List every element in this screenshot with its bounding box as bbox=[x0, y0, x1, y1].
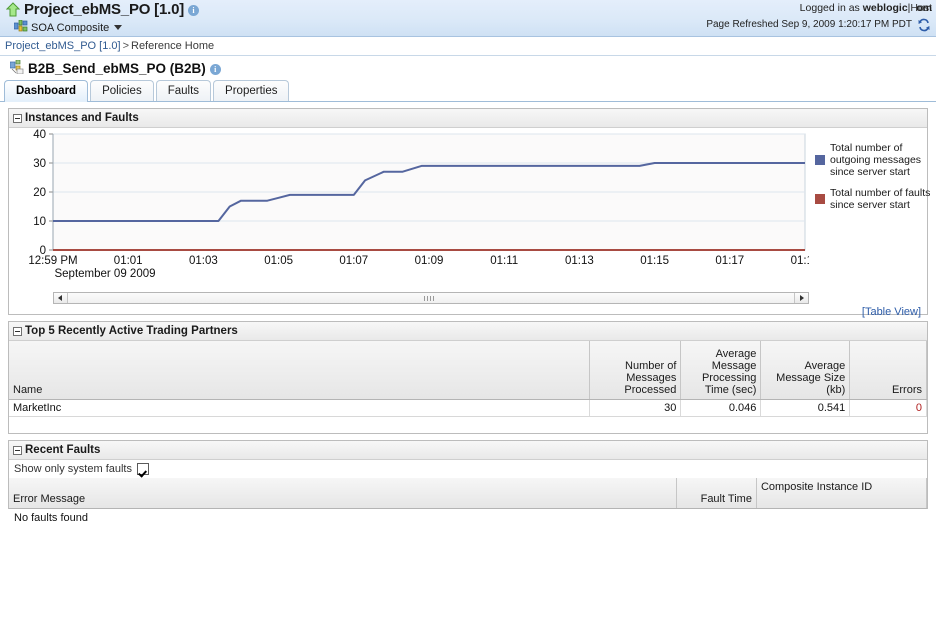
cell-errors[interactable]: 0 bbox=[849, 399, 927, 417]
page-refreshed-text: Page Refreshed Sep 9, 2009 1:20:17 PM PD… bbox=[706, 19, 912, 30]
faults-panel-title: Recent Faults bbox=[25, 444, 101, 456]
soa-composite-label: SOA Composite bbox=[31, 21, 110, 34]
trading-partners-panel: Top 5 Recently Active Trading Partners N… bbox=[8, 321, 928, 434]
app-title-row: Project_ebMS_PO [1.0] i bbox=[5, 1, 200, 18]
instances-panel-header: Instances and Faults bbox=[9, 109, 927, 128]
legend-label-messages: Total number of outgoing messages since … bbox=[830, 142, 922, 178]
page-root: Project_ebMS_PO [1.0] i SOA Composite Lo… bbox=[0, 0, 936, 621]
svg-text:40: 40 bbox=[33, 129, 46, 141]
no-faults-message: No faults found bbox=[14, 512, 88, 524]
cell-partner-name: MarketInc bbox=[9, 399, 591, 417]
partners-panel-title: Top 5 Recently Active Trading Partners bbox=[25, 325, 238, 337]
recent-faults-panel: Recent Faults Show only system faults Er… bbox=[8, 440, 928, 524]
reference-page-title: B2B_Send_ebMS_PO (B2B) bbox=[28, 61, 206, 76]
col-avg-message-size[interactable]: Average Message Size (kb) bbox=[760, 341, 851, 400]
svg-text:01:13: 01:13 bbox=[565, 255, 594, 267]
legend-item-faults: Total number of faults since server star… bbox=[815, 187, 936, 211]
partners-table-body: MarketInc 30 0.046 0.541 0 bbox=[9, 399, 927, 417]
partners-header-row: Name Number of Messages Processed Averag… bbox=[9, 341, 927, 400]
svg-text:01:01: 01:01 bbox=[114, 255, 143, 267]
b2b-reference-icon bbox=[9, 59, 24, 77]
breadcrumb: Project_ebMS_PO [1.0] > Reference Home bbox=[0, 37, 936, 56]
logged-in-prefix: Logged in as bbox=[799, 2, 863, 14]
svg-text:01:05: 01:05 bbox=[264, 255, 293, 267]
svg-text:01:11: 01:11 bbox=[490, 255, 518, 267]
collapse-icon[interactable] bbox=[13, 113, 22, 123]
faults-filter-row: Show only system faults bbox=[9, 460, 927, 478]
col-messages-processed[interactable]: Number of Messages Processed bbox=[589, 341, 682, 400]
svg-text:12:59 PM: 12:59 PM bbox=[28, 255, 77, 267]
collapse-icon[interactable] bbox=[13, 445, 22, 455]
page-title: Project_ebMS_PO [1.0] bbox=[24, 1, 185, 18]
tab-bar: Dashboard Policies Faults Properties bbox=[0, 80, 936, 102]
tab-policies[interactable]: Policies bbox=[90, 80, 154, 101]
legend-swatch-faults bbox=[815, 194, 825, 204]
svg-text:01:15: 01:15 bbox=[640, 255, 669, 267]
cell-avg-processing-time: 0.046 bbox=[680, 399, 762, 417]
info-icon[interactable]: i bbox=[188, 5, 200, 16]
svg-text:September 09 2009: September 09 2009 bbox=[54, 268, 155, 280]
collapse-icon[interactable] bbox=[13, 326, 22, 336]
legend-label-faults: Total number of faults since server star… bbox=[830, 187, 931, 211]
scroll-left-arrow-icon[interactable] bbox=[54, 293, 68, 303]
app-header: Project_ebMS_PO [1.0] i SOA Composite Lo… bbox=[0, 0, 936, 37]
table-view-link[interactable]: [Table View] bbox=[862, 306, 921, 318]
col-error-message[interactable]: Error Message bbox=[9, 478, 678, 509]
partners-table-head: Name Number of Messages Processed Averag… bbox=[9, 341, 927, 400]
chart-container: 0 10 20 30 40 12:59 PM 01:01 01:03 01:05 01:07 01:… bbox=[9, 128, 930, 318]
cell-avg-message-size: 0.541 bbox=[760, 399, 851, 417]
soa-composite-icon bbox=[13, 19, 28, 35]
scroll-right-arrow-icon[interactable] bbox=[794, 293, 808, 303]
svg-text:01:09: 01:09 bbox=[415, 255, 444, 267]
svg-text:01:19: 01:19 bbox=[791, 255, 809, 267]
partners-table: Name Number of Messages Processed Averag… bbox=[9, 341, 927, 417]
svg-text:01:03: 01:03 bbox=[189, 255, 218, 267]
col-composite-instance-id[interactable]: Composite Instance ID bbox=[756, 478, 928, 509]
refresh-icon[interactable] bbox=[917, 18, 931, 32]
faults-table-container: Error Message Fault Time Composite Insta… bbox=[9, 478, 928, 524]
faults-panel-header: Recent Faults bbox=[9, 441, 927, 460]
up-arrow-icon[interactable] bbox=[5, 2, 21, 17]
faults-table-head: Error Message Fault Time Composite Insta… bbox=[9, 478, 928, 509]
system-faults-checkbox[interactable] bbox=[137, 463, 149, 475]
breadcrumb-current: Reference Home bbox=[131, 40, 215, 52]
system-faults-filter-label: Show only system faults bbox=[14, 463, 132, 475]
svg-text:30: 30 bbox=[33, 158, 46, 170]
svg-text:01:17: 01:17 bbox=[715, 255, 744, 267]
tab-properties[interactable]: Properties bbox=[213, 80, 290, 101]
faults-table: Error Message Fault Time Composite Insta… bbox=[9, 478, 928, 509]
legend-swatch-messages bbox=[815, 155, 825, 165]
instances-and-faults-panel: Instances and Faults 0 10 20 30 40 12:59 PM 01… bbox=[8, 108, 930, 318]
reference-info-icon[interactable]: i bbox=[209, 64, 221, 75]
legend-item-messages: Total number of outgoing messages since … bbox=[815, 142, 936, 178]
reference-title-row: B2B_Send_ebMS_PO (B2B) i bbox=[0, 56, 936, 80]
svg-text:10: 10 bbox=[33, 216, 46, 228]
table-row[interactable]: MarketInc 30 0.046 0.541 0 bbox=[9, 399, 927, 417]
faults-header-row: Error Message Fault Time Composite Insta… bbox=[9, 478, 928, 509]
instances-faults-chart: 01020304012:59 PM 01:01 01:03 01:05 01:07 01:… bbox=[28, 129, 809, 280]
host-name-truncated: om bbox=[916, 2, 932, 14]
svg-text:01:07: 01:07 bbox=[339, 255, 368, 267]
partners-table-container: Name Number of Messages Processed Averag… bbox=[9, 341, 927, 433]
col-name[interactable]: Name bbox=[9, 341, 591, 400]
col-fault-time[interactable]: Fault Time bbox=[676, 478, 757, 509]
tab-dashboard[interactable]: Dashboard bbox=[4, 80, 89, 102]
breadcrumb-separator: > bbox=[122, 40, 129, 52]
soa-composite-menu[interactable]: SOA Composite bbox=[13, 19, 123, 35]
chart-legend: Total number of outgoing messages since … bbox=[815, 142, 936, 220]
col-avg-processing-time[interactable]: Average Message Processing Time (sec) bbox=[680, 341, 762, 400]
instances-panel-title: Instances and Faults bbox=[25, 112, 139, 124]
tab-faults[interactable]: Faults bbox=[155, 80, 212, 101]
logged-in-user[interactable]: weblogic bbox=[863, 2, 908, 14]
scroll-grip-icon[interactable] bbox=[424, 296, 438, 301]
cell-messages-processed: 30 bbox=[589, 399, 682, 417]
breadcrumb-root-link[interactable]: Project_ebMS_PO [1.0] bbox=[5, 40, 121, 52]
chart-horizontal-scrollbar[interactable] bbox=[53, 292, 809, 304]
chevron-down-icon[interactable] bbox=[114, 25, 123, 30]
svg-text:20: 20 bbox=[33, 187, 46, 199]
partners-panel-header: Top 5 Recently Active Trading Partners bbox=[9, 322, 927, 341]
login-status: Logged in as weblogic|Host bbox=[800, 2, 932, 14]
col-errors[interactable]: Errors bbox=[849, 341, 927, 400]
